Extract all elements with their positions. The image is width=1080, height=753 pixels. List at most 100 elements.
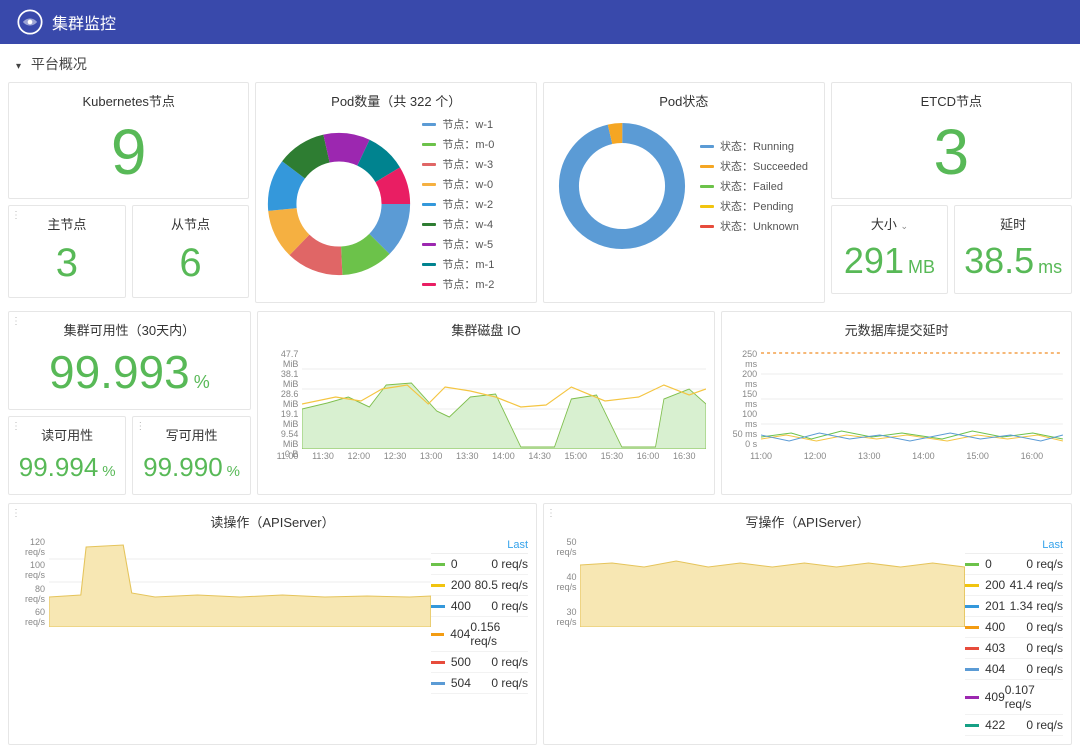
legend-code: 0 <box>985 557 1026 571</box>
legend-row[interactable]: 20080.5 req/s <box>431 575 528 596</box>
section-toggle[interactable]: 平台概况 <box>0 44 1080 82</box>
legend-item[interactable]: 状态：Pending <box>700 198 808 214</box>
legend-row[interactable]: 5040 req/s <box>431 673 528 694</box>
legend-item[interactable]: 节点：w-0 <box>422 176 494 192</box>
legend-code: 200 <box>451 578 475 592</box>
legend-item[interactable]: 节点：w-2 <box>422 196 494 212</box>
legend-row[interactable]: 4090.107 req/s <box>965 680 1063 715</box>
app-title: 集群监控 <box>52 10 116 34</box>
app-logo-icon <box>16 8 44 36</box>
write-avail-panel[interactable]: ⋮ 写可用性 99.990% <box>132 416 250 495</box>
legend-item[interactable]: 节点：m-2 <box>422 276 494 292</box>
legend-item[interactable]: 状态：Running <box>700 138 808 154</box>
legend-code: 504 <box>451 676 491 690</box>
read-ops-yaxis: 120 req/s100 req/s80 req/s60 req/s <box>17 537 49 627</box>
master-panel[interactable]: ⋮ 主节点 3 <box>8 205 126 298</box>
write-ops-legend: Last 00 req/s20041.4 req/s2011.34 req/s4… <box>965 537 1063 736</box>
legend-row[interactable]: 00 req/s <box>431 554 528 575</box>
legend-code: 201 <box>985 599 1009 613</box>
legend-row[interactable]: 20041.4 req/s <box>965 575 1063 596</box>
etcd-size-panel[interactable]: 大小 ⌄ 291MB <box>831 205 949 294</box>
legend-code: 400 <box>985 620 1026 634</box>
legend-code: 422 <box>985 718 1026 732</box>
row-3: ⋮ 读操作（APIServer） 120 req/s100 req/s80 re… <box>0 503 1080 753</box>
write-ops-panel[interactable]: ⋮ 写操作（APIServer） 50 req/s40 req/s30 req/… <box>543 503 1072 745</box>
legend-row[interactable]: 4040.156 req/s <box>431 617 528 652</box>
legend-label: 状态：Running <box>720 138 794 154</box>
pod-status-panel[interactable]: Pod状态 状态：Running 状态：Succeeded 状态：Failed 状态：… <box>543 82 825 303</box>
read-ops-panel[interactable]: ⋮ 读操作（APIServer） 120 req/s100 req/s80 re… <box>8 503 537 745</box>
read-ops-chart <box>49 537 431 627</box>
avail-title: 集群可用性（30天内） <box>9 312 250 345</box>
meta-latency-panel[interactable]: 元数据库提交延时 250 ms200 ms150 ms100 ms50 ms0 … <box>721 311 1072 495</box>
read-avail-panel[interactable]: ⋮ 读可用性 99.994% <box>8 416 126 495</box>
pod-status-title: Pod状态 <box>544 83 824 116</box>
legend-value: 0 req/s <box>1026 718 1063 732</box>
legend-item[interactable]: 状态：Unknown <box>700 218 808 234</box>
pod-count-title: Pod数量（共 322 个） <box>256 83 536 116</box>
legend-label: 节点：w-0 <box>442 176 493 192</box>
legend-row[interactable]: 4000 req/s <box>431 596 528 617</box>
legend-value: 0 req/s <box>1026 662 1063 676</box>
drag-handle-icon[interactable]: ⋮ <box>11 508 19 520</box>
legend-label: 状态：Pending <box>720 198 793 214</box>
legend-item[interactable]: 节点：m-1 <box>422 256 494 272</box>
legend-item[interactable]: 节点：w-3 <box>422 156 494 172</box>
legend-label: 状态：Failed <box>720 178 783 194</box>
worker-label: 从节点 <box>133 206 249 239</box>
k8s-total-panel[interactable]: Kubernetes节点 9 <box>8 82 249 199</box>
legend-row[interactable]: 4000 req/s <box>965 617 1063 638</box>
legend-row[interactable]: 4220 req/s <box>965 715 1063 736</box>
legend-item[interactable]: 节点：w-5 <box>422 236 494 252</box>
etcd-latency-value: 38.5ms <box>955 239 1071 293</box>
worker-panel[interactable]: 从节点 6 <box>132 205 250 298</box>
pod-count-panel[interactable]: Pod数量（共 322 个） 节点：w-1节点：m-0节点：w-3节点：w-0节… <box>255 82 537 303</box>
pod-count-legend: 节点：w-1 节点：m-0 节点：w-3 节点：w-0 节点：w-2 节点：w-4 节点：w… <box>422 116 494 292</box>
disk-io-panel[interactable]: 集群磁盘 IO 47.7 MiB38.1 MiB28.6 MiB19.1 MiB… <box>257 311 716 495</box>
legend-value: 0 req/s <box>491 655 528 669</box>
legend-item[interactable]: 节点：w-4 <box>422 216 494 232</box>
legend-code: 200 <box>985 578 1009 592</box>
drag-handle-icon[interactable]: ⋮ <box>11 210 19 222</box>
legend-row[interactable]: 5000 req/s <box>431 652 528 673</box>
meta-latency-title: 元数据库提交延时 <box>722 312 1071 345</box>
worker-value: 6 <box>133 239 249 297</box>
legend-value: 0 req/s <box>1026 641 1063 655</box>
etcd-total-value: 3 <box>832 116 1071 198</box>
legend-item[interactable]: 节点：m-0 <box>422 136 494 152</box>
legend-item[interactable]: 节点：w-1 <box>422 116 494 132</box>
legend-header[interactable]: Last <box>965 537 1063 554</box>
legend-value: 0 req/s <box>1026 557 1063 571</box>
app-header: 集群监控 <box>0 0 1080 44</box>
drag-handle-icon[interactable]: ⋮ <box>11 316 19 328</box>
section-label: 平台概况 <box>31 56 87 72</box>
avail-panel[interactable]: ⋮ 集群可用性（30天内） 99.993% <box>8 311 251 410</box>
etcd-col: ETCD节点 3 大小 ⌄ 291MB 延时 38.5ms <box>831 82 1072 303</box>
legend-row[interactable]: 4040 req/s <box>965 659 1063 680</box>
write-ops-title: 写操作（APIServer） <box>544 504 1071 537</box>
master-value: 3 <box>9 239 125 297</box>
legend-item[interactable]: 状态：Succeeded <box>700 158 808 174</box>
write-avail-label: 写可用性 <box>133 417 249 450</box>
meta-latency-xaxis: 11:0012:0013:0014:0015:0016:00 <box>730 449 1063 461</box>
legend-code: 400 <box>451 599 491 613</box>
legend-header[interactable]: Last <box>431 537 528 554</box>
sort-icon[interactable]: ⌄ <box>901 221 909 231</box>
legend-value: 0 req/s <box>491 676 528 690</box>
etcd-total-panel[interactable]: ETCD节点 3 <box>831 82 1072 199</box>
k8s-subgrid: ⋮ 主节点 3 从节点 6 <box>8 205 249 298</box>
avail-col: ⋮ 集群可用性（30天内） 99.993% ⋮ 读可用性 99.994% ⋮ 写… <box>8 311 251 495</box>
legend-row[interactable]: 4030 req/s <box>965 638 1063 659</box>
legend-value: 80.5 req/s <box>475 578 528 592</box>
drag-handle-icon[interactable]: ⋮ <box>135 421 143 433</box>
legend-label: 状态：Succeeded <box>720 158 808 174</box>
drag-handle-icon[interactable]: ⋮ <box>546 508 554 520</box>
read-avail-label: 读可用性 <box>9 417 125 450</box>
legend-row[interactable]: 00 req/s <box>965 554 1063 575</box>
legend-row[interactable]: 2011.34 req/s <box>965 596 1063 617</box>
etcd-latency-panel[interactable]: 延时 38.5ms <box>954 205 1072 294</box>
drag-handle-icon[interactable]: ⋮ <box>11 421 19 433</box>
legend-label: 节点：w-2 <box>442 196 493 212</box>
legend-item[interactable]: 状态：Failed <box>700 178 808 194</box>
legend-value: 0.107 req/s <box>1005 683 1063 711</box>
